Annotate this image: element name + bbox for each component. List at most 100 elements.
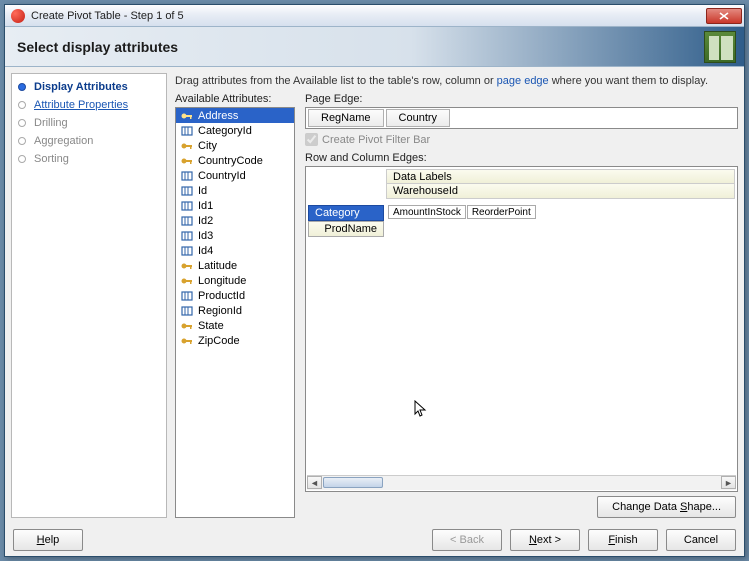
available-item-label: ProductId <box>198 290 245 302</box>
column-icon <box>180 290 194 301</box>
back-button[interactable]: < Back <box>432 529 502 551</box>
horizontal-scrollbar[interactable]: ◄ ► <box>307 475 736 490</box>
available-item[interactable]: ZipCode <box>176 333 294 348</box>
next-button[interactable]: Next > <box>510 529 580 551</box>
step-label: Sorting <box>34 153 69 165</box>
edges-grid[interactable]: Data Labels WarehouseId Category ProdNam… <box>305 166 738 492</box>
available-item[interactable]: Id2 <box>176 213 294 228</box>
scroll-right-arrow[interactable]: ► <box>721 476 736 489</box>
available-item[interactable]: Id1 <box>176 198 294 213</box>
pivot-header-icon <box>704 31 736 63</box>
wizard-footer: Help < Back Next > Finish Cancel <box>5 524 744 556</box>
help-button[interactable]: Help <box>13 529 83 551</box>
available-item-label: Latitude <box>198 260 237 272</box>
row-header-cell[interactable]: ProdName <box>308 221 384 237</box>
available-item-label: Longitude <box>198 275 246 287</box>
shape-button-row: Change Data Shape... <box>305 492 738 518</box>
available-item-label: City <box>198 140 217 152</box>
step-label: Aggregation <box>34 135 93 147</box>
step-dot-icon <box>18 137 26 145</box>
available-item[interactable]: Longitude <box>176 273 294 288</box>
step-dot-icon <box>18 155 26 163</box>
col-header-cell[interactable]: WarehouseId <box>387 184 734 198</box>
finish-button[interactable]: Finish <box>588 529 658 551</box>
col-header-cell[interactable]: Data Labels <box>387 170 734 184</box>
app-icon <box>11 9 25 23</box>
key-icon <box>180 335 194 346</box>
available-item[interactable]: Id3 <box>176 228 294 243</box>
column-icon <box>180 200 194 211</box>
scroll-left-arrow[interactable]: ◄ <box>307 476 322 489</box>
step-label: Attribute Properties <box>34 99 128 111</box>
available-item[interactable]: RegionId <box>176 303 294 318</box>
data-cell[interactable]: AmountInStock <box>388 205 466 219</box>
available-item-label: ZipCode <box>198 335 240 347</box>
key-icon <box>180 260 194 271</box>
wizard-step-display-attributes[interactable]: Display Attributes <box>12 78 166 96</box>
instruction-text: Drag attributes from the Available list … <box>175 73 738 93</box>
step-dot-icon <box>18 83 26 91</box>
wizard-steps: Display Attributes Attribute Properties Dr… <box>11 73 167 518</box>
close-icon <box>719 12 729 20</box>
available-item[interactable]: CategoryId <box>176 123 294 138</box>
available-item-label: Address <box>198 110 238 122</box>
key-icon <box>180 155 194 166</box>
available-item[interactable]: CountryCode <box>176 153 294 168</box>
column-icon <box>180 305 194 316</box>
column-icon <box>180 185 194 196</box>
available-item-label: Id2 <box>198 215 213 227</box>
available-label: Available Attributes: <box>175 93 295 105</box>
data-cells-zone[interactable]: AmountInStock ReorderPoint <box>388 205 536 219</box>
available-item-label: CategoryId <box>198 125 252 137</box>
available-item[interactable]: CountryId <box>176 168 294 183</box>
change-data-shape-button[interactable]: Change Data Shape... <box>597 496 736 518</box>
available-item[interactable]: Address <box>176 108 294 123</box>
available-column: Available Attributes: Address CategoryId C… <box>175 93 295 518</box>
page-edge-link[interactable]: page edge <box>497 75 549 87</box>
body-area: Display Attributes Attribute Properties Dr… <box>5 67 744 524</box>
step-dot-icon <box>18 101 26 109</box>
available-item-label: Id4 <box>198 245 213 257</box>
available-item-label: CountryId <box>198 170 246 182</box>
step-dot-icon <box>18 119 26 127</box>
key-icon <box>180 275 194 286</box>
data-cell[interactable]: ReorderPoint <box>467 205 536 219</box>
available-item[interactable]: Id4 <box>176 243 294 258</box>
wizard-step-aggregation: Aggregation <box>12 132 166 150</box>
key-icon <box>180 110 194 121</box>
available-item[interactable]: Id <box>176 183 294 198</box>
available-listbox[interactable]: Address CategoryId City CountryCode CountryI… <box>175 107 295 518</box>
available-item-label: Id3 <box>198 230 213 242</box>
column-icon <box>180 125 194 136</box>
step-label: Display Attributes <box>34 81 128 93</box>
available-item-label: Id <box>198 185 207 197</box>
instruction-suffix: where you want them to display. <box>549 75 708 87</box>
page-edge-cell[interactable]: RegName <box>308 109 384 127</box>
step-label: Drilling <box>34 117 68 129</box>
page-edge-dropzone[interactable]: RegNameCountry <box>305 107 738 129</box>
available-item[interactable]: ProductId <box>176 288 294 303</box>
available-item-label: State <box>198 320 224 332</box>
available-item[interactable]: State <box>176 318 294 333</box>
window-title: Create Pivot Table - Step 1 of 5 <box>31 10 706 22</box>
titlebar: Create Pivot Table - Step 1 of 5 <box>5 5 744 27</box>
available-item-label: CountryCode <box>198 155 263 167</box>
available-item[interactable]: Latitude <box>176 258 294 273</box>
close-button[interactable] <box>706 8 742 24</box>
scroll-thumb[interactable] <box>323 477 383 488</box>
wizard-step-attribute-properties[interactable]: Attribute Properties <box>12 96 166 114</box>
wizard-window: Create Pivot Table - Step 1 of 5 Select … <box>4 4 745 557</box>
column-icon <box>180 230 194 241</box>
column-icon <box>180 245 194 256</box>
filter-checkbox[interactable] <box>305 133 318 146</box>
page-title: Select display attributes <box>17 39 178 55</box>
column-icon <box>180 215 194 226</box>
page-edge-label: Page Edge: <box>305 93 738 105</box>
available-item[interactable]: City <box>176 138 294 153</box>
cancel-button[interactable]: Cancel <box>666 529 736 551</box>
row-header-cell[interactable]: Category <box>308 205 384 221</box>
column-edge-zone[interactable]: Data Labels WarehouseId <box>386 169 735 199</box>
key-icon <box>180 140 194 151</box>
available-item-label: RegionId <box>198 305 242 317</box>
page-edge-cell[interactable]: Country <box>386 109 451 127</box>
